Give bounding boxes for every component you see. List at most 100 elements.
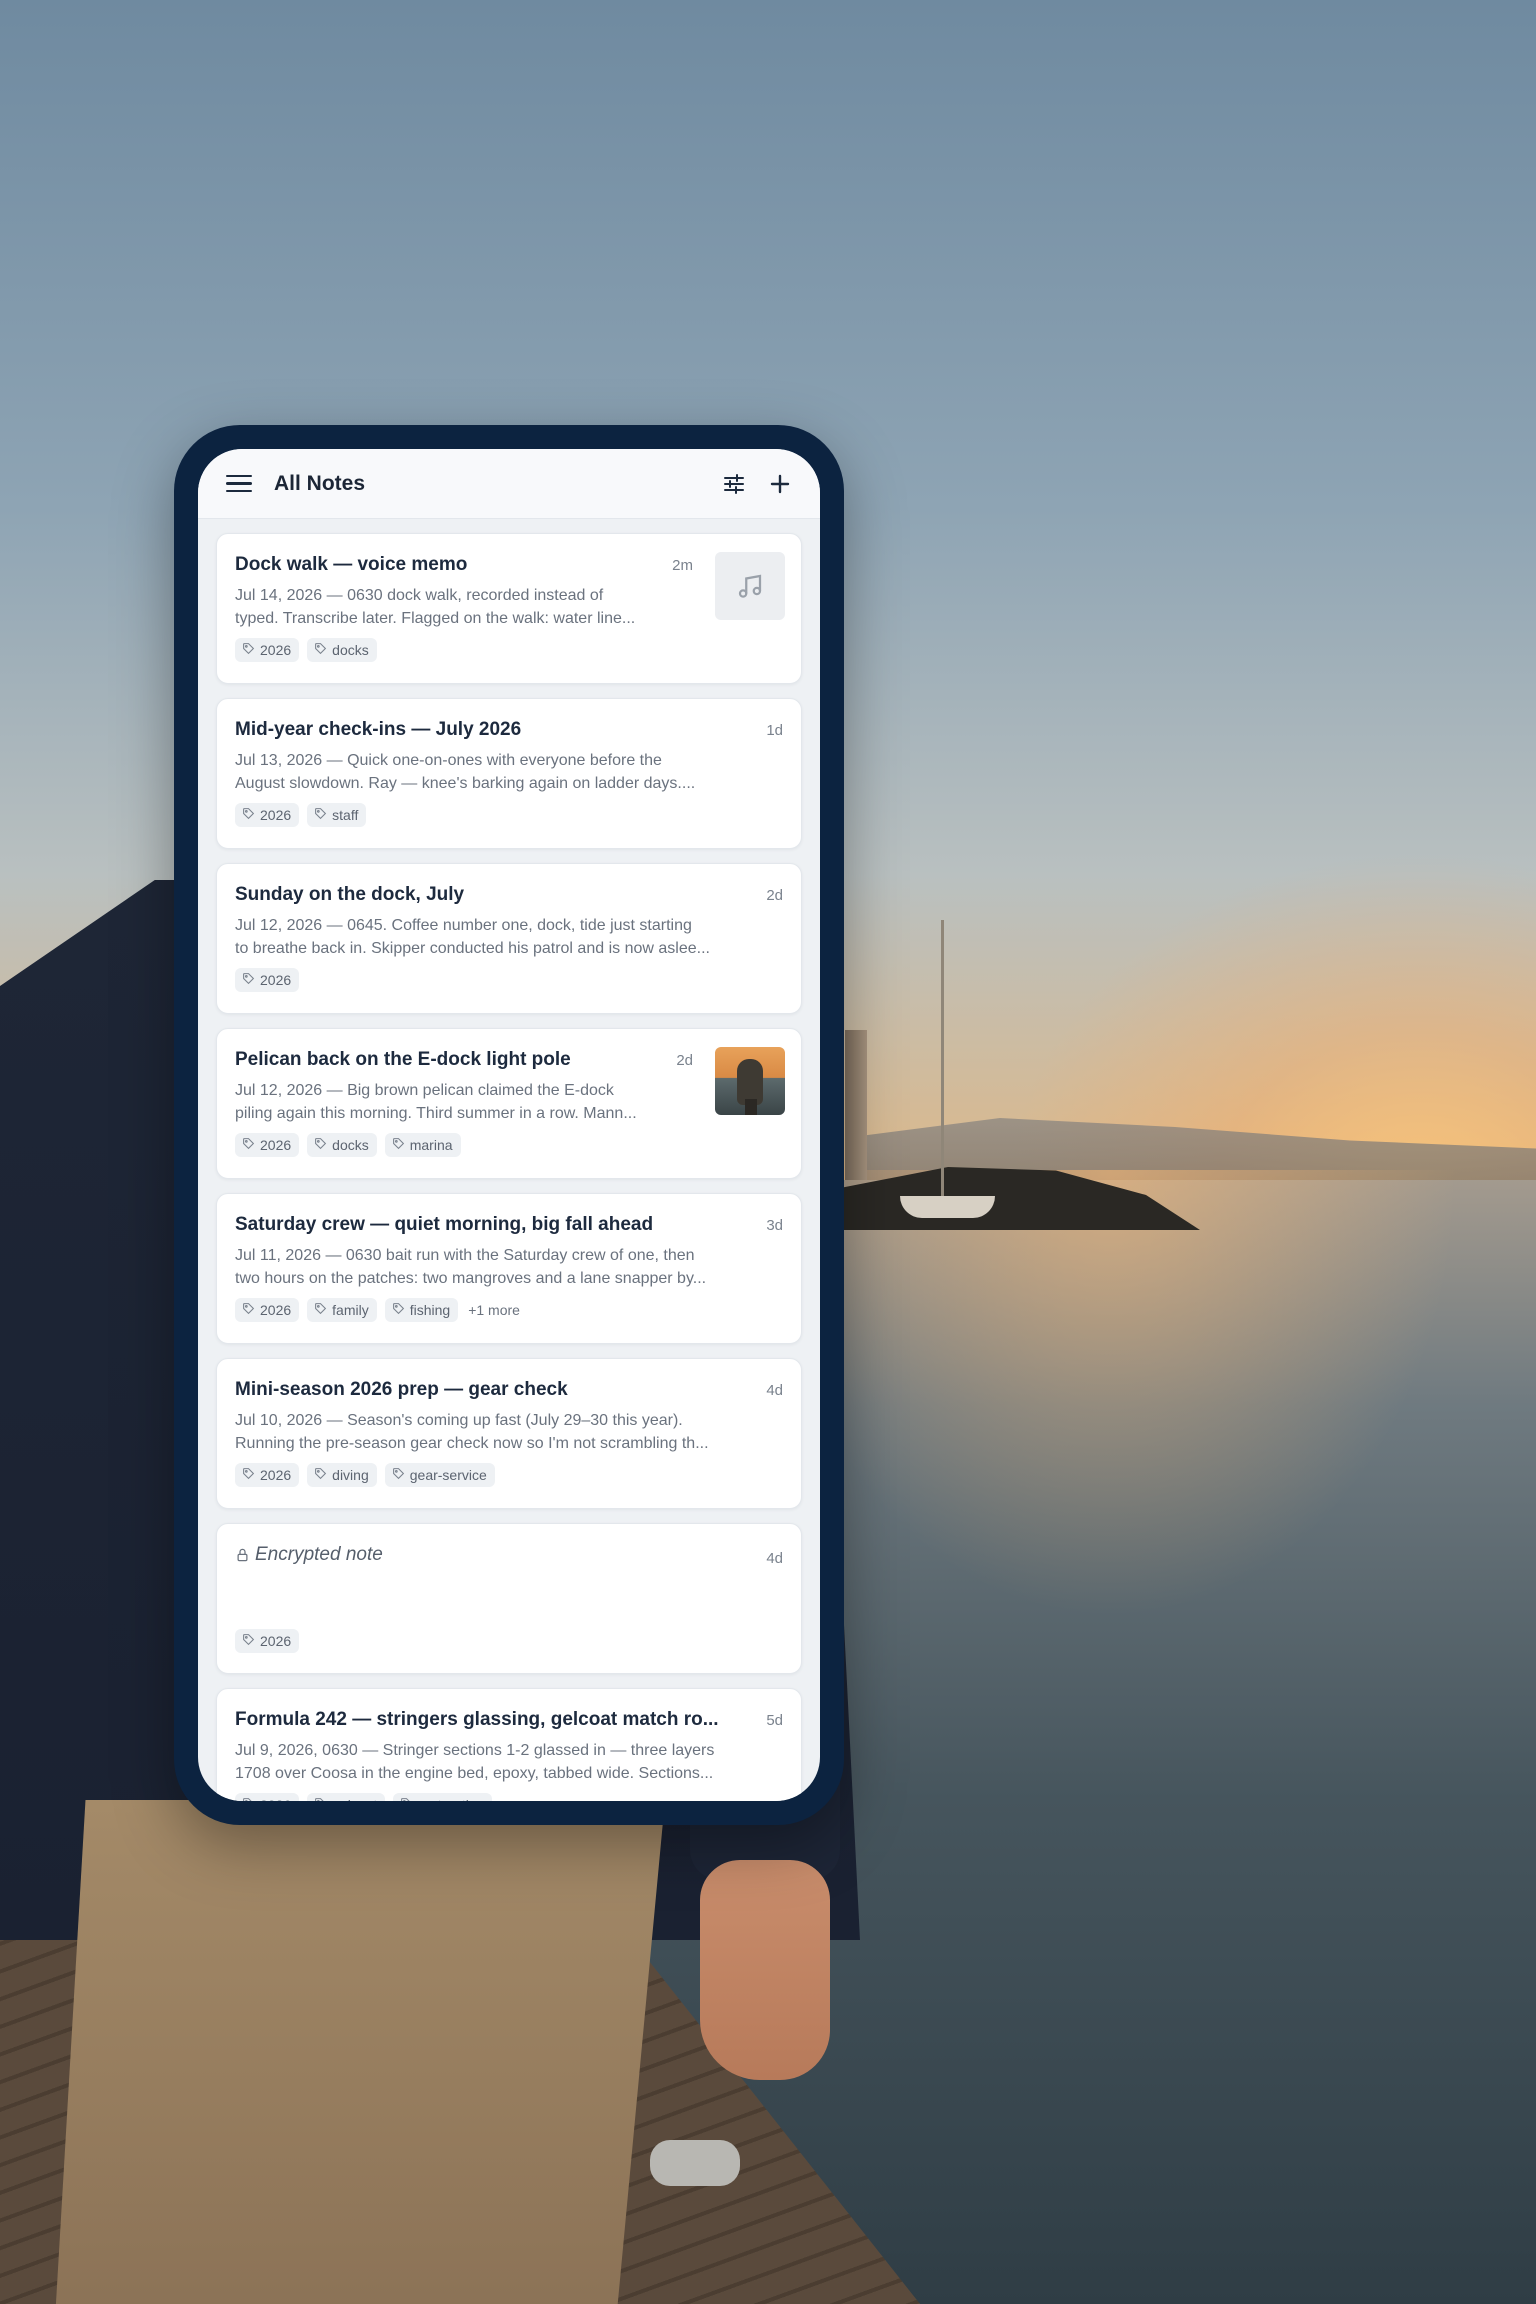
sailboat (900, 1196, 995, 1218)
dock-cleat (650, 2140, 740, 2186)
app-bar: All Notes (198, 449, 820, 519)
tag-icon (242, 1797, 255, 1801)
note-tags: 2026 diving gear-service (235, 1463, 783, 1487)
phone-frame: All Notes Dock walk — voice memo 2m Jul 14… (174, 425, 844, 1825)
note-age: 5d (766, 1712, 783, 1729)
tag-chip[interactable]: 2026 (235, 803, 300, 827)
note-title: Mini-season 2026 prep — gear check (235, 1379, 568, 1400)
tag-icon (314, 1797, 327, 1801)
tag-chip[interactable]: docks (307, 638, 377, 662)
lighthouse (845, 1030, 867, 1180)
note-age: 2d (676, 1052, 693, 1069)
note-tags: 2026 (235, 1629, 783, 1653)
filter-button[interactable] (714, 464, 754, 504)
note-title: Sunday on the dock, July (235, 884, 465, 905)
lock-icon (237, 1548, 248, 1562)
tag-chip[interactable]: 2026 (235, 1793, 300, 1801)
tag-icon (242, 642, 255, 658)
tag-icon (392, 1302, 405, 1318)
person-pants (55, 1800, 665, 2304)
add-note-button[interactable] (760, 464, 800, 504)
note-snippet (235, 1575, 783, 1621)
note-card[interactable]: Mid-year check-ins — July 2026 1d Jul 13, … (216, 698, 802, 849)
note-snippet: Jul 10, 2026 — Season's coming up fast (… (235, 1412, 709, 1452)
tag-icon (242, 972, 255, 988)
plus-icon (770, 474, 790, 493)
note-header: Dock walk — voice memo 2m (235, 554, 693, 576)
note-card[interactable]: Pelican back on the E-dock light pole 2d J… (216, 1028, 802, 1179)
tag-chip[interactable]: fishing (384, 1298, 459, 1322)
note-title: Formula 242 — stringers glassing, gelcoa… (235, 1709, 719, 1730)
tag-chip[interactable]: 2026 (235, 638, 300, 662)
note-header: Encrypted note 4d (235, 1544, 783, 1567)
tag-chip[interactable]: diving (307, 1463, 377, 1487)
tag-icon (314, 1302, 327, 1318)
tag-chip[interactable]: 2026 (235, 1463, 300, 1487)
tag-icon (392, 1467, 405, 1483)
tag-icon (242, 1467, 255, 1483)
tag-icon (400, 1797, 413, 1801)
note-title: Encrypted note (235, 1544, 752, 1566)
note-snippet: Jul 12, 2026 — 0645. Coffee number one, … (235, 917, 710, 957)
note-tags: 2026 (235, 968, 783, 992)
tag-chip[interactable]: 2026 (235, 1629, 300, 1653)
note-title: Saturday crew — quiet morning, big fall … (235, 1214, 654, 1235)
page-title: All Notes (274, 471, 366, 495)
note-tags: 2026 docks (235, 638, 783, 662)
tag-chip[interactable]: family (307, 1298, 377, 1322)
note-tags: 2026 docks marina (235, 1133, 783, 1157)
tag-icon (314, 807, 327, 823)
note-snippet: Jul 12, 2026 — Big brown pelican claimed… (235, 1082, 637, 1122)
music-note-icon (738, 574, 762, 598)
audio-thumbnail (715, 552, 785, 620)
note-header: Saturday crew — quiet morning, big fall … (235, 1214, 783, 1236)
note-header: Sunday on the dock, July 2d (235, 884, 783, 906)
note-snippet: Jul 13, 2026 — Quick one-on-ones with ev… (235, 752, 696, 792)
note-card[interactable]: Formula 242 — stringers glassing, gelcoa… (216, 1688, 802, 1801)
tag-icon (242, 1302, 255, 1318)
note-header: Pelican back on the E-dock light pole 2d (235, 1049, 693, 1071)
phone-screen: All Notes Dock walk — voice memo 2m Jul 14… (198, 449, 820, 1801)
note-card[interactable]: Encrypted note 4d 2026 (216, 1523, 802, 1674)
tag-chip[interactable]: marina (384, 1133, 461, 1157)
note-card[interactable]: Sunday on the dock, July 2d Jul 12, 2026 —… (216, 863, 802, 1014)
tag-chip[interactable]: staff (307, 803, 367, 827)
sea-reflection (760, 1170, 1460, 1620)
tag-chip[interactable]: docks (307, 1133, 377, 1157)
note-age: 3d (766, 1217, 783, 1234)
note-snippet: Jul 11, 2026 — 0630 bait run with the Sa… (235, 1247, 707, 1287)
note-title: Mid-year check-ins — July 2026 (235, 719, 522, 740)
person-hand (700, 1860, 830, 2080)
note-age: 2d (766, 887, 783, 904)
note-age: 4d (766, 1550, 783, 1567)
note-age: 4d (766, 1382, 783, 1399)
note-snippet: Jul 9, 2026, 0630 — Stringer sections 1-… (235, 1742, 715, 1782)
tag-chip[interactable]: 2026 (235, 1298, 300, 1322)
tag-icon (314, 1467, 327, 1483)
notes-list: Dock walk — voice memo 2m Jul 14, 2026 — 0… (216, 533, 802, 1801)
tag-chip[interactable]: restoration (393, 1793, 493, 1801)
note-age: 2m (672, 557, 693, 574)
note-header: Formula 242 — stringers glassing, gelcoa… (235, 1709, 783, 1731)
note-title: Pelican back on the E-dock light pole (235, 1049, 571, 1070)
note-snippet: Jul 14, 2026 — 0630 dock walk, recorded … (235, 587, 636, 627)
tag-chip[interactable]: 2026 (235, 1133, 300, 1157)
menu-icon[interactable] (226, 471, 252, 497)
note-card[interactable]: Saturday crew — quiet morning, big fall … (216, 1193, 802, 1344)
tag-icon (242, 1137, 255, 1153)
tag-chip[interactable]: 2026 (235, 968, 300, 992)
note-age: 1d (766, 722, 783, 739)
more-tags-link[interactable]: +1 more (468, 1302, 520, 1318)
note-tags: 2026 family fishing +1 more (235, 1298, 783, 1322)
sliders-icon (724, 473, 744, 494)
note-tags: 2026 staff (235, 803, 783, 827)
tag-chip[interactable]: gelcoat (307, 1793, 386, 1801)
note-card[interactable]: Mini-season 2026 prep — gear check 4d Jul … (216, 1358, 802, 1509)
tag-chip[interactable]: gear-service (384, 1463, 495, 1487)
note-header: Mid-year check-ins — July 2026 1d (235, 719, 783, 741)
note-card[interactable]: Dock walk — voice memo 2m Jul 14, 2026 — 0… (216, 533, 802, 684)
note-title: Dock walk — voice memo (235, 554, 468, 575)
tag-icon (242, 1633, 255, 1649)
note-header: Mini-season 2026 prep — gear check 4d (235, 1379, 783, 1401)
tag-icon (242, 807, 255, 823)
